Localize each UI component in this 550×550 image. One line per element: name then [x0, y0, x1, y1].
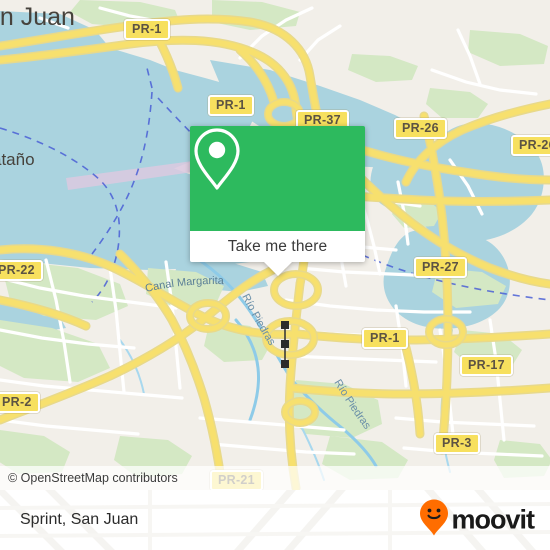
page-footer: Sprint, San Juan moovit: [0, 490, 550, 550]
map-page: Río Piedras Río Piedras Canal Margarita …: [0, 0, 550, 550]
popup-action-bar[interactable]: Take me there: [190, 231, 365, 276]
highway-shield-pr-27[interactable]: PR-27: [414, 257, 467, 278]
destination-popup-card[interactable]: Take me there: [190, 126, 365, 276]
moovit-smiley-pin-icon: [419, 499, 449, 542]
highway-shield-pr-1-bay[interactable]: PR-1: [208, 95, 254, 116]
moovit-logo[interactable]: moovit: [419, 499, 535, 542]
highway-shield-pr-1-south[interactable]: PR-1: [362, 328, 408, 349]
popup-header: [190, 126, 365, 231]
moovit-wordmark: moovit: [451, 504, 535, 535]
transit-line: [281, 321, 289, 368]
highway-shield-pr-22[interactable]: PR-22: [0, 260, 43, 281]
take-me-there-label: Take me there: [227, 237, 328, 255]
osm-attribution-text[interactable]: © OpenStreetMap contributors: [0, 471, 178, 485]
highway-shield-pr-3[interactable]: PR-3: [434, 433, 480, 454]
highway-shield-pr-1-north[interactable]: PR-1: [124, 19, 170, 40]
footer-place-title: Sprint, San Juan: [20, 511, 139, 528]
map-canvas[interactable]: Río Piedras Río Piedras Canal Margarita …: [0, 0, 550, 490]
highway-shield-pr-2[interactable]: PR-2: [0, 392, 40, 413]
map-attribution: © OpenStreetMap contributors: [0, 466, 550, 490]
popup-pointer-tail: [263, 262, 292, 276]
highway-shield-pr-26-east[interactable]: PR-26: [511, 135, 550, 156]
highway-shield-pr-17[interactable]: PR-17: [460, 355, 513, 376]
highway-shield-pr-26-west[interactable]: PR-26: [394, 118, 447, 139]
